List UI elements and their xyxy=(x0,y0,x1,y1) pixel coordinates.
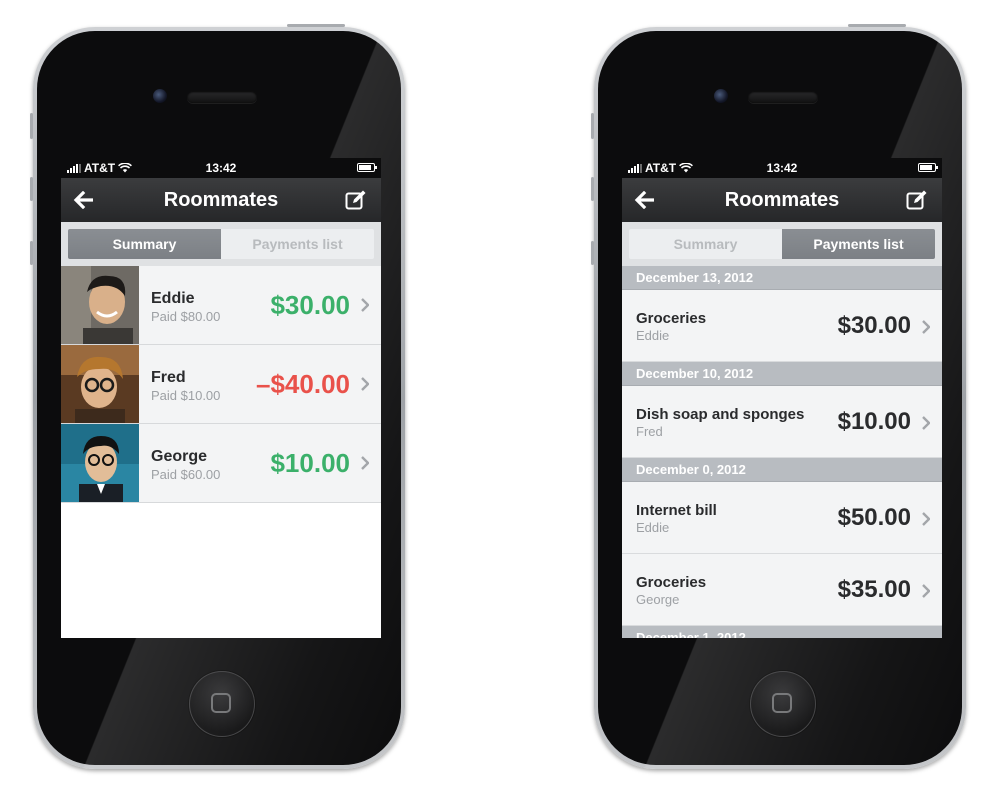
tab-summary[interactable]: Summary xyxy=(68,229,221,259)
balance-amount: –$40.00 xyxy=(256,369,350,399)
avatar-george xyxy=(61,424,139,502)
compose-icon[interactable] xyxy=(906,189,928,211)
segmented-control-bar: Summary Payments list xyxy=(61,222,381,266)
earpiece-speaker xyxy=(187,91,257,103)
volume-up-button xyxy=(30,177,33,201)
payment-description: Dish soap and sponges xyxy=(636,406,805,423)
volume-down-button xyxy=(30,241,33,265)
payment-payer: Eddie xyxy=(636,328,670,343)
date-section-header: December 10, 2012 xyxy=(622,362,942,386)
page-title: Roommates xyxy=(163,189,279,211)
mute-switch xyxy=(591,113,594,139)
page-title: Roommates xyxy=(724,189,840,211)
payment-row[interactable]: Dish soap and sponges Fred $10.00 xyxy=(622,386,942,458)
roommate-name: Eddie xyxy=(151,290,195,307)
payment-description: Groceries xyxy=(636,310,707,327)
compose-icon[interactable] xyxy=(345,189,367,211)
avatar-fred xyxy=(61,345,139,423)
volume-up-button xyxy=(591,177,594,201)
chevron-right-icon xyxy=(922,416,930,430)
battery-icon xyxy=(357,163,377,172)
status-bar: AT&T 13:42 xyxy=(622,158,942,178)
tab-summary[interactable]: Summary xyxy=(629,229,782,259)
battery-icon xyxy=(918,163,938,172)
chevron-right-icon xyxy=(361,456,369,470)
payments-screen: AT&T 13:42 Roommates Summary Payments li… xyxy=(622,158,942,638)
payment-row[interactable]: Groceries George $35.00 xyxy=(622,554,942,626)
payment-amount: $50.00 xyxy=(837,504,911,531)
chevron-right-icon xyxy=(361,298,369,312)
home-button[interactable] xyxy=(189,671,255,737)
roommate-row[interactable]: Fred Paid $10.00 –$40.00 xyxy=(61,345,381,424)
power-button xyxy=(287,24,345,27)
roommate-name: Fred xyxy=(151,369,186,386)
front-camera xyxy=(714,89,728,103)
chevron-right-icon xyxy=(922,320,930,334)
payment-description: Internet bill xyxy=(636,502,717,519)
mute-switch xyxy=(30,113,33,139)
segmented-control-bar: Summary Payments list xyxy=(622,222,942,266)
payment-amount: $30.00 xyxy=(837,312,911,339)
status-time: 13:42 xyxy=(766,161,798,175)
summary-screen: AT&T 13:42 Roommates Summary Payments li… xyxy=(61,158,381,638)
roommate-paid: Paid $60.00 xyxy=(151,467,221,482)
date-section-header: December 1, 2012 xyxy=(622,626,942,638)
roommate-paid: Paid $80.00 xyxy=(151,309,221,324)
power-button xyxy=(848,24,906,27)
avatar-eddie xyxy=(61,266,139,344)
status-bar: AT&T 13:42 xyxy=(61,158,381,178)
payment-description: Groceries xyxy=(636,574,707,591)
home-button[interactable] xyxy=(750,671,816,737)
payment-row[interactable]: Groceries Eddie $30.00 xyxy=(622,290,942,362)
roommate-paid: Paid $10.00 xyxy=(151,388,221,403)
roommate-row[interactable]: George Paid $60.00 $10.00 xyxy=(61,424,381,503)
status-time: 13:42 xyxy=(205,161,237,175)
payment-payer: George xyxy=(636,592,680,607)
balance-amount: $10.00 xyxy=(270,448,350,478)
volume-down-button xyxy=(591,241,594,265)
phone-right: AT&T 13:42 Roommates Summary Payments li… xyxy=(591,24,966,769)
home-square-icon xyxy=(211,693,231,713)
tab-payments-list[interactable]: Payments list xyxy=(221,229,374,259)
balance-amount: $30.00 xyxy=(270,290,350,320)
chevron-right-icon xyxy=(922,584,930,598)
earpiece-speaker xyxy=(748,91,818,103)
home-square-icon xyxy=(772,693,792,713)
tab-payments-list[interactable]: Payments list xyxy=(782,229,935,259)
payment-amount: $10.00 xyxy=(837,408,911,435)
front-camera xyxy=(153,89,167,103)
phone-left: AT&T 13:42 Roommates Summary Payments li… xyxy=(30,24,405,769)
roommate-name: George xyxy=(151,448,208,465)
roommate-row[interactable]: Eddie Paid $80.00 $30.00 xyxy=(61,266,381,345)
navigation-bar: Roommates xyxy=(61,178,381,222)
navigation-bar: Roommates xyxy=(622,178,942,222)
payment-amount: $35.00 xyxy=(837,576,911,603)
payment-payer: Fred xyxy=(636,424,663,439)
payment-payer: Eddie xyxy=(636,520,670,535)
date-section-header: December 0, 2012 xyxy=(622,458,942,482)
chevron-right-icon xyxy=(361,377,369,391)
segmented-control: Summary Payments list xyxy=(629,229,935,259)
payment-row[interactable]: Internet bill Eddie $50.00 xyxy=(622,482,942,554)
date-section-header: December 13, 2012 xyxy=(622,266,942,290)
chevron-right-icon xyxy=(922,512,930,526)
segmented-control: Summary Payments list xyxy=(68,229,374,259)
